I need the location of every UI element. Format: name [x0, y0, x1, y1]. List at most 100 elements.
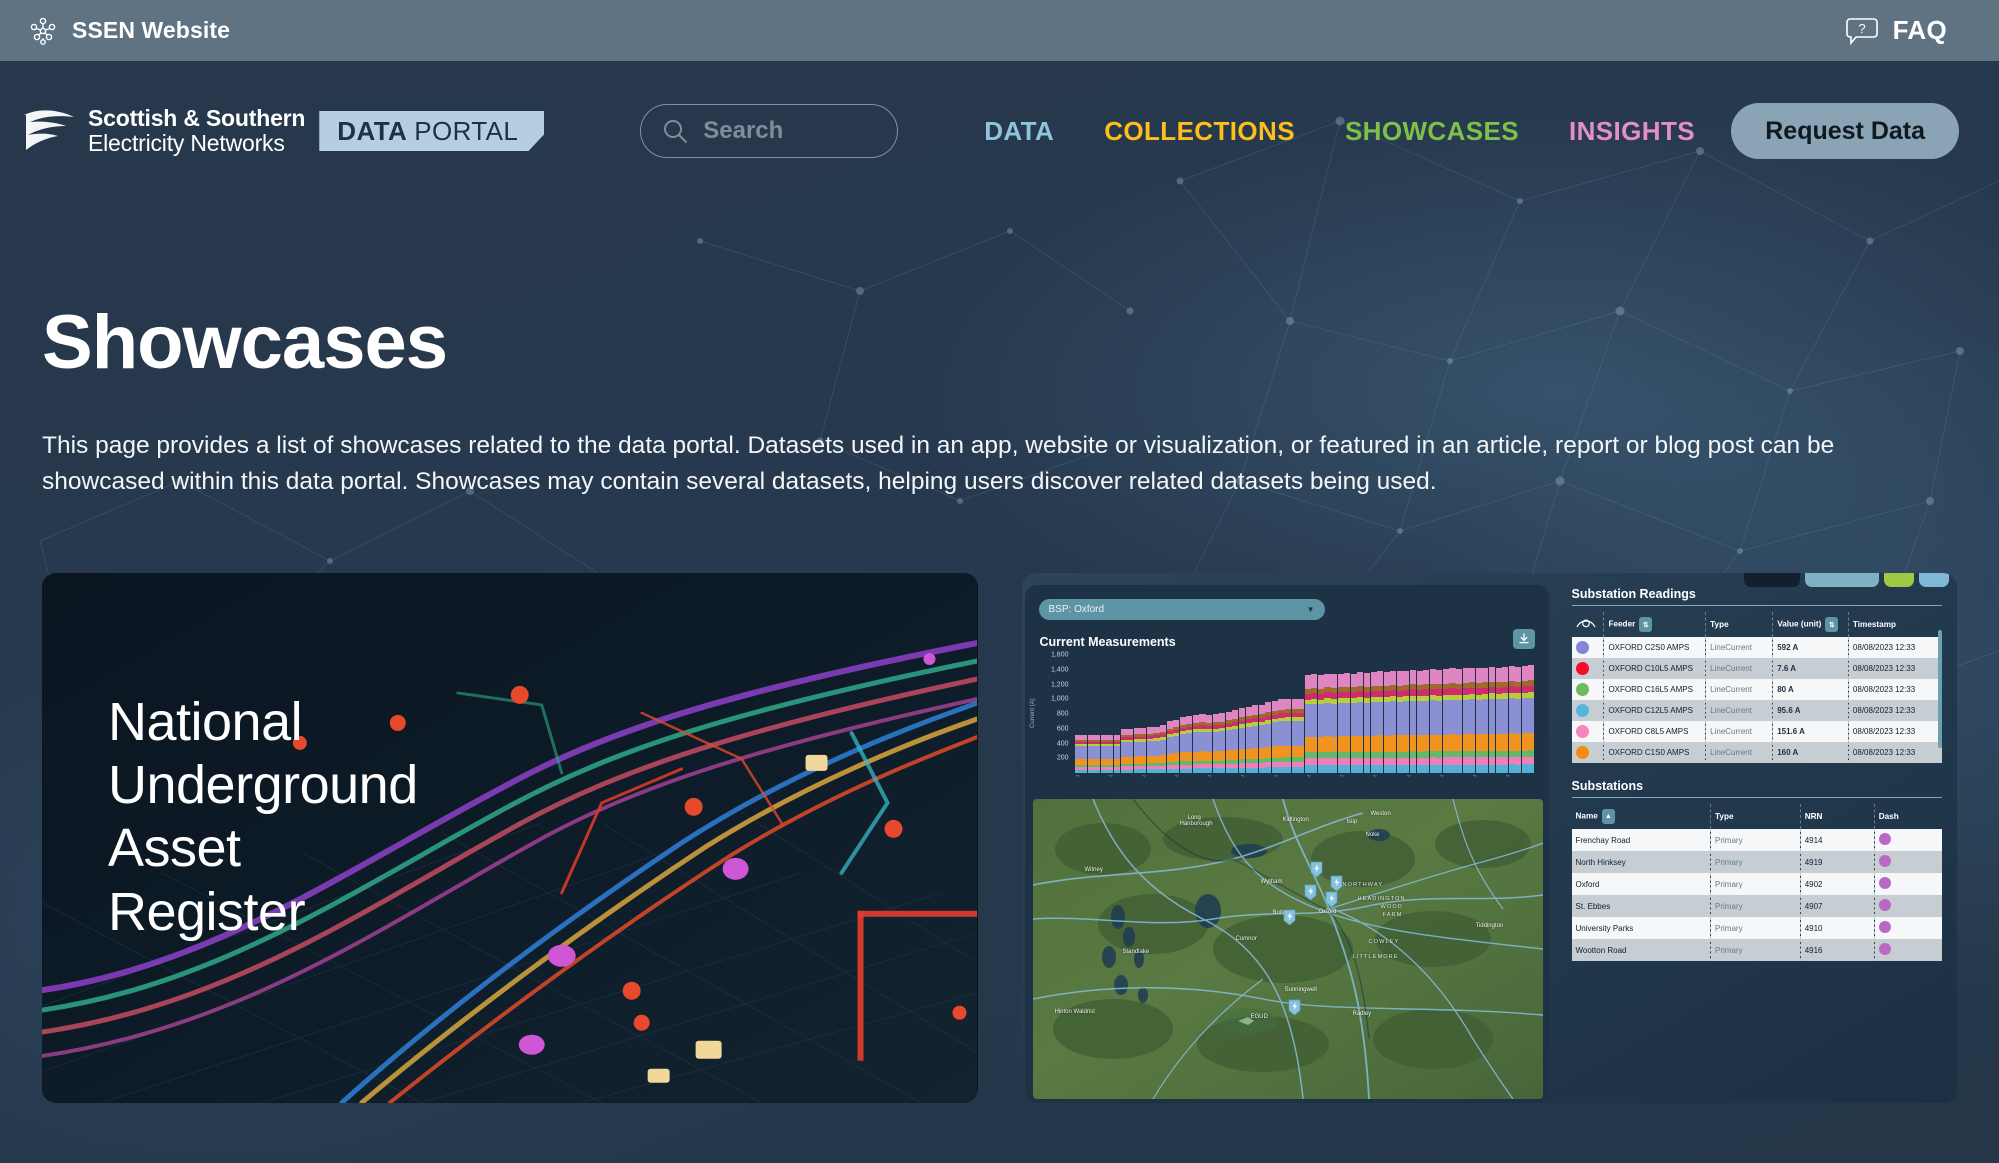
table-row[interactable]: Wootton Road Primary 4916: [1571, 939, 1942, 962]
col-name[interactable]: Name ▲: [1571, 804, 1712, 830]
col-sub-type[interactable]: Type: [1710, 804, 1801, 830]
map-substation-pin[interactable]: [1304, 884, 1317, 901]
chart-x-tick: 08/08/2023 00:00: [1339, 775, 1374, 785]
sort-feeder-icon[interactable]: ⇅: [1639, 617, 1653, 633]
table-row[interactable]: OXFORD C8L5 AMPS LineCurrent 151.6 A 08/08/…: [1571, 721, 1942, 743]
table-row[interactable]: OXFORD C1S0 AMPS LineCurrent 160 A 08/08/20…: [1571, 742, 1942, 764]
table-row[interactable]: North Hinksey Primary 4919: [1571, 851, 1942, 874]
cell-dash[interactable]: [1874, 851, 1941, 873]
map-substation-pin[interactable]: [1288, 999, 1301, 1016]
table-row[interactable]: OXFORD C16L5 AMPS LineCurrent 80 A 08/08/20…: [1571, 679, 1942, 701]
showcase-card-oxford-dashboard[interactable]: BSP: Oxford ▼ Current Measurements Curre…: [1021, 573, 1958, 1104]
cell-feeder: OXFORD C2S0 AMPS: [1603, 637, 1707, 659]
dashboard-link-icon[interactable]: [1878, 899, 1891, 912]
table-row[interactable]: OXFORD C2S0 AMPS LineCurrent 592 A 08/08/20…: [1571, 637, 1942, 659]
chart-bar: [1265, 702, 1272, 774]
map-substation-pin[interactable]: [1283, 909, 1296, 926]
table-row[interactable]: Frenchay Road Primary 4914: [1571, 829, 1942, 852]
showcase-card-nuar[interactable]: National Underground Asset Register: [42, 573, 978, 1104]
chart-y-tick: 400: [1056, 740, 1069, 748]
dashboard-link-icon[interactable]: [1878, 855, 1891, 868]
table-row[interactable]: OXFORD C12L5 AMPS LineCurrent 95.6 A 08/08/…: [1571, 700, 1942, 722]
chart-bar: [1166, 721, 1173, 774]
table-row[interactable]: OXFORD C10L5 AMPS LineCurrent 7.6 A 08/08/2…: [1571, 658, 1942, 680]
nav-link-insights[interactable]: INSIGHTS: [1569, 116, 1695, 147]
dashboard-left-panel: BSP: Oxford ▼ Current Measurements Curre…: [1024, 585, 1549, 1104]
cell-dash[interactable]: [1874, 873, 1941, 895]
cell-value: 151.6 A: [1772, 721, 1849, 743]
cell-type: Primary: [1710, 939, 1801, 962]
chart-bar: [1423, 669, 1430, 774]
badge-portal-word: PORTAL: [414, 115, 519, 146]
chart-bar: [1153, 726, 1160, 774]
table-header-row: Name ▲ Type NRN Dash: [1571, 804, 1942, 830]
feeder-color-dot: [1575, 746, 1589, 760]
col-nrn[interactable]: NRN: [1800, 804, 1875, 830]
chart-bar: [1482, 667, 1489, 774]
bsp-select[interactable]: BSP: Oxford ▼: [1038, 599, 1325, 621]
search-input[interactable]: Search: [640, 104, 899, 158]
col-name-label: Name: [1575, 811, 1598, 821]
dashboard-link-icon[interactable]: [1878, 943, 1891, 956]
chart-bar: [1488, 666, 1495, 774]
map-substation-pin[interactable]: [1325, 891, 1338, 908]
download-icon[interactable]: [1512, 629, 1535, 650]
sort-value-icon[interactable]: ⇅: [1825, 617, 1839, 633]
table-row[interactable]: St. Ebbes Primary 4907: [1571, 895, 1942, 918]
map-place-label: HEADINGTON: [1357, 896, 1406, 903]
dashboard-link-icon[interactable]: [1878, 877, 1891, 890]
chart-bar: [1449, 668, 1456, 774]
chart-x-tick: 08/08/2023 00:00: [1372, 775, 1407, 785]
map-substation-pin[interactable]: [1330, 875, 1343, 892]
map-place-label: LITTLEMORE: [1352, 954, 1399, 961]
cell-feeder: OXFORD C16L5 AMPS: [1603, 679, 1707, 701]
cell-dash[interactable]: [1874, 917, 1941, 939]
col-type[interactable]: Type: [1705, 612, 1774, 638]
cell-color: [1571, 679, 1605, 701]
current-measurements-chart: Current (A) 200 400 600 800 1,000 1,200 1,400 1…: [1030, 652, 1535, 795]
dashboard-link-icon[interactable]: [1878, 921, 1891, 934]
brand-logo[interactable]: Scottish & Southern Electricity Networks…: [22, 106, 545, 155]
nav-link-data[interactable]: DATA: [984, 116, 1054, 147]
cell-dash[interactable]: [1874, 829, 1941, 851]
dashboard-link-icon[interactable]: [1878, 833, 1891, 846]
cell-feeder: OXFORD C8L5 AMPS: [1603, 721, 1707, 743]
oxford-map[interactable]: Long Hanborough Kidlington Islip Weston Noke W…: [1032, 799, 1543, 1100]
chart-x-tick: 08/08/2023 00:00: [1174, 775, 1209, 785]
col-feeder[interactable]: Feeder ⇅: [1603, 612, 1707, 638]
sort-name-icon[interactable]: ▲: [1601, 809, 1615, 825]
cell-dash[interactable]: [1874, 895, 1941, 917]
col-value[interactable]: Value (unit) ⇅: [1772, 612, 1849, 638]
dashboard-screenshot: BSP: Oxford ▼ Current Measurements Curre…: [1022, 573, 1958, 1104]
chart-bar: [1436, 669, 1443, 774]
chart-bar: [1495, 667, 1502, 774]
chart-x-tick: 08/08/2023 00:00: [1141, 775, 1176, 785]
cell-timestamp: 08/08/2023 12:33: [1852, 685, 1916, 695]
map-place-label: EGUD: [1250, 1014, 1268, 1021]
table-row[interactable]: Oxford Primary 4902: [1571, 873, 1942, 896]
col-timestamp[interactable]: Timestamp: [1848, 612, 1941, 637]
cell-nrn: 4914: [1800, 829, 1875, 852]
substations-table: Name ▲ Type NRN Dash Frenchay Road Primary…: [1571, 804, 1942, 962]
cell-name: Frenchay Road: [1571, 829, 1712, 852]
substations-body: Frenchay Road Primary 4914 North Hinksey Pri…: [1571, 829, 1942, 962]
feeder-color-dot: [1575, 725, 1589, 739]
cell-dash[interactable]: [1874, 939, 1941, 961]
map-substation-pin[interactable]: [1310, 861, 1323, 878]
nav-link-collections[interactable]: COLLECTIONS: [1104, 116, 1295, 147]
nuar-title-line-4: Register: [108, 881, 306, 942]
request-data-button[interactable]: Request Data: [1731, 103, 1959, 159]
chart-bar: [1442, 669, 1449, 774]
faq-link[interactable]: ? FAQ: [1845, 15, 1971, 46]
map-place-label: Wytham: [1260, 879, 1283, 886]
cell-feeder: OXFORD C1S0 AMPS: [1603, 742, 1707, 764]
chart-bar: [1094, 734, 1101, 774]
readings-scrollbar[interactable]: [1937, 630, 1942, 749]
chart-bar: [1363, 672, 1371, 774]
table-row[interactable]: University Parks Primary 4910: [1571, 917, 1942, 940]
ssen-website-link[interactable]: SSEN Website: [28, 16, 230, 46]
site-header: Scottish & Southern Electricity Networks…: [0, 61, 1999, 201]
col-dash[interactable]: Dash: [1874, 804, 1941, 829]
feeder-color-dot: [1575, 683, 1589, 697]
nav-link-showcases[interactable]: SHOWCASES: [1345, 116, 1519, 147]
